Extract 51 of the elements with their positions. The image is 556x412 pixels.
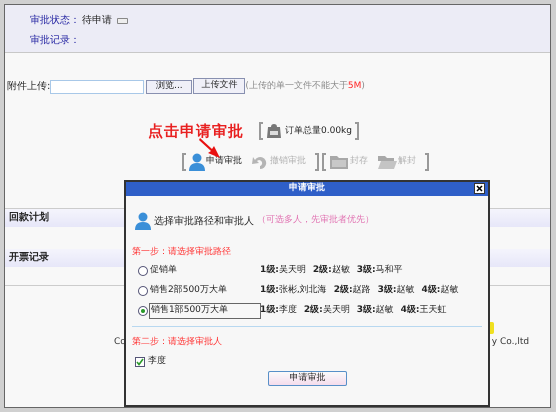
route-radio[interactable] (138, 286, 148, 296)
approval-level: 1级:李度 (260, 304, 297, 318)
bracket-mark (425, 152, 429, 170)
approval-level: 3级:赵敏 (378, 284, 414, 298)
bracket-mark (315, 152, 319, 170)
approval-level: 4级:赵敏 (422, 284, 458, 298)
approval-level: 1级:张彬,刘北海 (260, 284, 327, 298)
submit-button[interactable]: 申请审批 (268, 370, 347, 386)
order-weight-text: 订单总量0.00kg (285, 124, 352, 138)
route-label: 销售2部500万大单 (150, 284, 228, 298)
approval-level: 2级:赵敏 (312, 264, 350, 278)
step-label: 第二步：请选择审批人 (132, 336, 223, 348)
upload-label: 附件上传: (7, 80, 50, 94)
approval-level: 1级:吴天明 (260, 264, 306, 278)
route-radio[interactable] (138, 266, 148, 276)
route-radio[interactable] (138, 306, 148, 316)
annotation-text: 点击申请审批 (148, 121, 244, 142)
route-label: 促销单 (150, 264, 178, 278)
bracket-mark (182, 152, 186, 170)
approver-name: 李度 (148, 355, 166, 368)
folder-icon (329, 154, 349, 170)
upload-note: (上传的单一文件不能大于5M) (245, 80, 365, 93)
close-icon (476, 185, 483, 192)
browse-button[interactable]: 浏览... (146, 80, 192, 94)
approval-level: 2级:吴天明 (304, 304, 350, 318)
approval-level: 3级:赵敏 (356, 304, 394, 318)
approval-level: 4级:王天虹 (400, 304, 446, 318)
route-label: 销售1部500万大单 (150, 304, 260, 318)
approver-checkbox[interactable] (135, 356, 145, 367)
dialog-hint: （可选多人，先审批者优先） (257, 214, 374, 228)
approval-level: 3级:马和平 (356, 264, 403, 278)
weight-icon (266, 123, 282, 140)
approval-level: 2级:赵路 (334, 284, 371, 298)
small-button[interactable] (117, 18, 128, 24)
status-label: 审批状态： (30, 14, 80, 28)
close-button[interactable] (474, 183, 485, 194)
record-label: 审批记录： (30, 34, 81, 48)
person-icon (189, 152, 205, 170)
open-folder-icon (377, 154, 397, 170)
dialog-title: 申请审批 (289, 182, 325, 196)
toolbar-button[interactable]: 申请审批 (189, 152, 242, 170)
footer-text: y Co.,ltd (492, 336, 530, 348)
person-icon (135, 212, 151, 230)
bracket-mark (259, 122, 263, 140)
step-label: 第一步：请选择审批路径 (132, 246, 232, 259)
bracket-mark (354, 122, 359, 140)
upload-button[interactable]: 上传文件 (193, 78, 246, 94)
bracket-mark (322, 152, 326, 170)
status-value: 待申请 (82, 14, 112, 28)
dialog-heading: 选择审批路径和审批人 (154, 214, 254, 228)
file-path-field[interactable] (50, 80, 144, 94)
